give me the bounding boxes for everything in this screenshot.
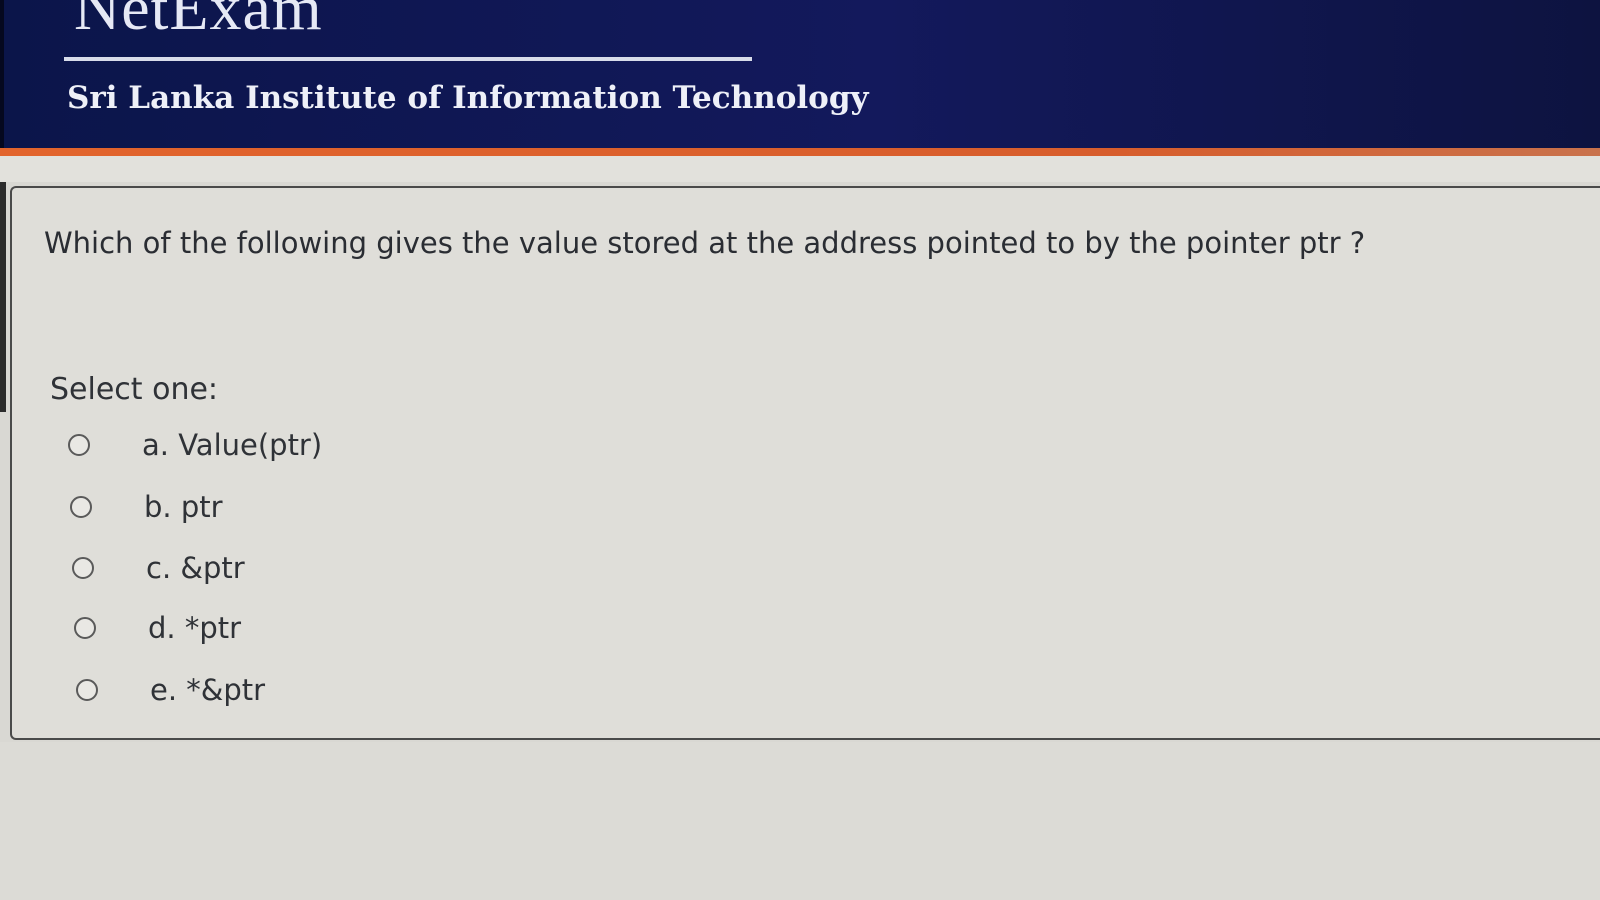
answer-option-label: a. Value(ptr): [142, 428, 323, 462]
question-card: Which of the following gives the value s…: [10, 186, 1600, 740]
radio-button-e[interactable]: [76, 679, 98, 701]
question-text: Which of the following gives the value s…: [44, 226, 1366, 260]
answer-option-c[interactable]: c. &ptr: [72, 551, 245, 585]
site-logo: NetExam: [74, 0, 323, 42]
answer-option-label: c. &ptr: [146, 551, 245, 585]
header-edge: [0, 0, 4, 152]
header-accent-band: [0, 148, 1600, 156]
radio-button-b[interactable]: [70, 496, 92, 518]
answer-option-label: b. ptr: [144, 490, 223, 524]
subheader-strip: [0, 156, 1600, 182]
answer-option-e[interactable]: e. *&ptr: [76, 673, 265, 707]
left-rail: [0, 182, 6, 412]
answer-option-label: d. *ptr: [148, 611, 242, 645]
answer-option-d[interactable]: d. *ptr: [74, 611, 241, 645]
site-header: NetExam Sri Lanka Institute of Informati…: [0, 0, 1600, 152]
answer-option-b[interactable]: b. ptr: [70, 490, 223, 524]
radio-button-a[interactable]: [68, 434, 90, 456]
answer-option-a[interactable]: a. Value(ptr): [68, 428, 322, 462]
radio-button-d[interactable]: [74, 617, 96, 639]
select-one-label: Select one:: [50, 372, 219, 407]
logo-divider: [64, 57, 752, 61]
radio-button-c[interactable]: [72, 557, 94, 579]
answer-option-label: e. *&ptr: [150, 673, 266, 707]
page-background-bottom: [0, 742, 1600, 900]
brand-text: NetExam: [74, 0, 323, 42]
institute-name: Sri Lanka Institute of Information Techn…: [67, 80, 869, 116]
